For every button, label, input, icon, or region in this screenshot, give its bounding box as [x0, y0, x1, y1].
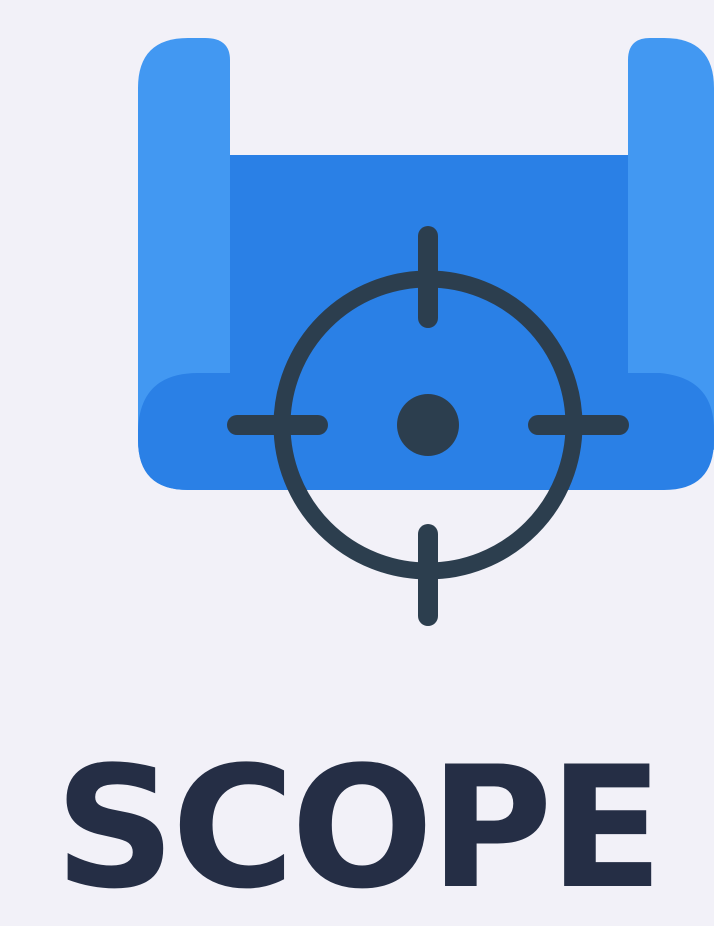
page: SCOPE [0, 0, 714, 926]
blueprint-crosshair-icon [138, 38, 714, 626]
page-title: SCOPE [54, 730, 664, 926]
crosshair-center-dot [397, 394, 459, 456]
